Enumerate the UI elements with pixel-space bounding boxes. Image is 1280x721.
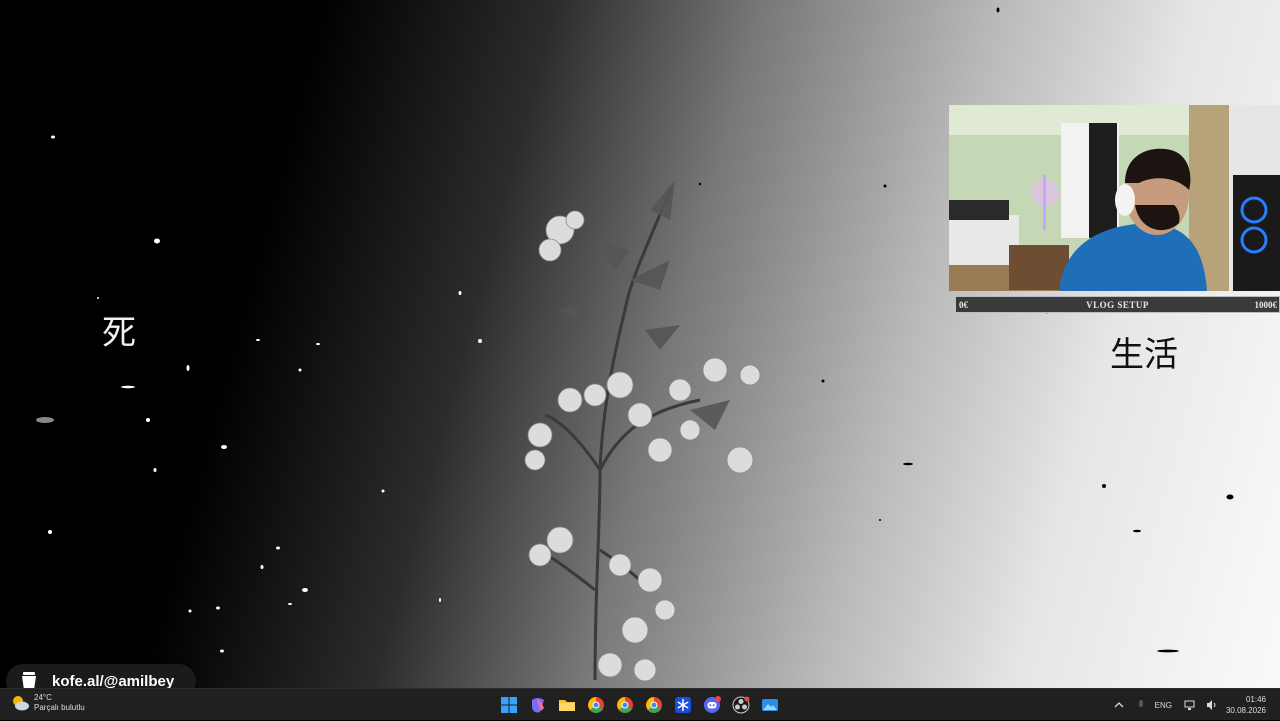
desktop-wallpaper: 死 生活 bbox=[0, 0, 1280, 688]
snowflake-icon bbox=[675, 697, 691, 713]
chrome-app-3[interactable] bbox=[641, 692, 667, 718]
partly-cloudy-icon bbox=[13, 696, 29, 711]
chrome-icon bbox=[588, 697, 604, 713]
goal-end-label: 1000€ bbox=[1254, 300, 1278, 310]
system-tray: ENG 01:46 30.08.2026 bbox=[1111, 689, 1280, 721]
microphone-icon bbox=[1138, 700, 1143, 707]
start-button[interactable] bbox=[496, 692, 522, 718]
photos-icon bbox=[762, 699, 778, 711]
kofe-link-text: kofe.al/@amilbey bbox=[52, 672, 175, 690]
obs-app[interactable] bbox=[728, 692, 754, 718]
snowflake-app[interactable] bbox=[670, 692, 696, 718]
weather-condition: Parçalı bulutlu bbox=[34, 703, 85, 712]
volume-tray-icon[interactable] bbox=[1204, 697, 1220, 713]
kanji-death-text: 死 bbox=[102, 313, 136, 353]
taskbar: 24°C Parçalı bulutlu ENG 01:46 30.08.202… bbox=[0, 688, 1280, 720]
windows-logo-icon bbox=[501, 697, 517, 713]
clock[interactable]: 01:46 30.08.2026 bbox=[1226, 694, 1266, 716]
taskbar-apps bbox=[496, 692, 786, 718]
webcam-feed bbox=[949, 105, 1280, 291]
speaker-icon bbox=[1206, 700, 1216, 710]
kanji-life-text: 生活 bbox=[1110, 335, 1178, 375]
chrome-app-2[interactable] bbox=[612, 692, 638, 718]
clock-date: 30.08.2026 bbox=[1225, 706, 1266, 715]
input-language[interactable]: ENG bbox=[1155, 701, 1172, 710]
file-explorer-app[interactable] bbox=[554, 692, 580, 718]
discord-icon bbox=[704, 696, 721, 713]
weather-widget[interactable]: 24°C Parçalı bulutlu bbox=[10, 693, 85, 713]
clock-time: 01:46 bbox=[1245, 695, 1266, 704]
obs-icon bbox=[732, 696, 750, 714]
chevron-up-icon bbox=[1114, 702, 1124, 708]
chrome-app-1[interactable] bbox=[583, 692, 609, 718]
cherry-blossom-branch bbox=[524, 180, 761, 682]
copilot-app[interactable] bbox=[525, 692, 551, 718]
chrome-icon bbox=[646, 697, 662, 713]
network-icon bbox=[1184, 700, 1195, 710]
network-tray-icon[interactable] bbox=[1182, 697, 1198, 713]
goal-title: VLOG SETUP bbox=[1086, 300, 1149, 310]
photos-app[interactable] bbox=[757, 692, 783, 718]
show-hidden-icons-button[interactable] bbox=[1111, 697, 1127, 713]
discord-app[interactable] bbox=[699, 692, 725, 718]
copilot-icon bbox=[532, 698, 544, 713]
chrome-icon bbox=[617, 697, 633, 713]
microphone-tray-icon[interactable] bbox=[1133, 697, 1149, 713]
weather-temperature: 24°C bbox=[34, 693, 52, 702]
folder-icon bbox=[559, 700, 575, 711]
donation-goal-bar: 0€ VLOG SETUP 1000€ bbox=[955, 296, 1280, 313]
